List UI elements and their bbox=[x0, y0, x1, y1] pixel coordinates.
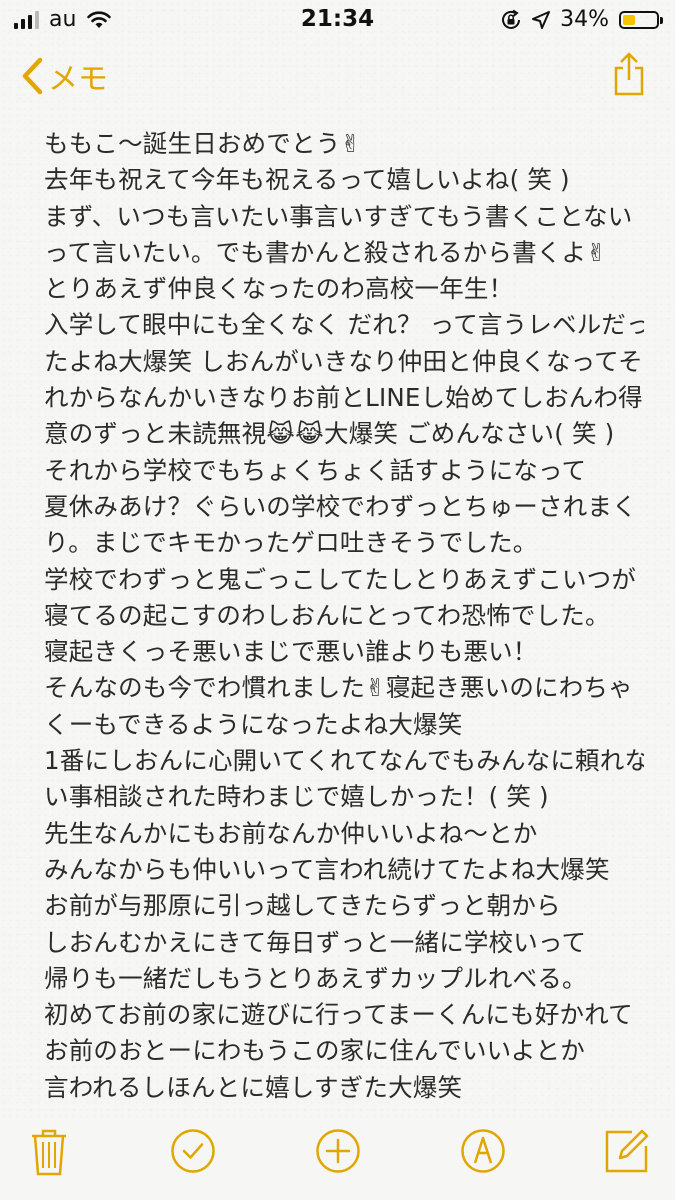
note-line: 寝てるの起こすのわしおんにとってわ恐怖でした。 bbox=[44, 600, 610, 630]
checklist-icon bbox=[171, 1129, 215, 1173]
note-line: とりあえず仲良くなったのわ高校一年生！ bbox=[44, 274, 514, 304]
note-line: 言われるしほんとに嬉しすぎた大爆笑 bbox=[44, 1072, 463, 1102]
compose-icon bbox=[605, 1129, 649, 1173]
battery-level bbox=[623, 14, 636, 25]
compose-button[interactable] bbox=[604, 1128, 650, 1178]
note-line: そんなのも今でわ慣れました✌寝起き悪いのにわちゃ bbox=[44, 673, 633, 703]
note-line: 初めてお前の家に遊びに行ってまーくんにも好かれて bbox=[44, 1000, 633, 1030]
add-button[interactable] bbox=[315, 1128, 361, 1178]
bottom-toolbar bbox=[0, 1118, 675, 1200]
note-line: それから学校でもちょくちょく話すようになって bbox=[44, 455, 587, 485]
note-line: 寝起きくっそ悪いまじで悪い誰よりも悪い！ bbox=[44, 637, 538, 667]
note-line: 去年も祝えて今年も祝えるって嬉しいよね( 笑 ) bbox=[44, 165, 570, 195]
status-right: 34% bbox=[500, 7, 663, 32]
orientation-lock-icon bbox=[502, 9, 521, 29]
markup-button[interactable] bbox=[460, 1128, 506, 1178]
note-line: ももこ〜誕生日おめでとう✌ bbox=[44, 129, 362, 158]
note-line: 先生なんかにもお前なんか仲いいよね〜とか bbox=[44, 818, 538, 848]
share-icon bbox=[614, 52, 644, 96]
status-bar: au 21:34 34% bbox=[0, 0, 675, 40]
share-button[interactable] bbox=[613, 52, 645, 100]
markup-icon bbox=[461, 1129, 505, 1173]
back-label: メモ bbox=[48, 62, 108, 97]
note-text-area[interactable]: ももこ〜誕生日おめでとう✌ 去年も祝えて今年も祝えるって嬉しいよね( 笑 ) まず、… bbox=[44, 126, 644, 1126]
chevron-left-icon bbox=[22, 57, 43, 95]
location-icon bbox=[532, 10, 551, 29]
note-line: り。まじでキモかったゲロ吐きそうでした。 bbox=[44, 528, 538, 558]
note-line: い事相談された時わまじで嬉しかった！( 笑 ) bbox=[44, 782, 549, 812]
note-line: って言いたい。でも書かんと殺されるから書くよ✌ bbox=[44, 237, 607, 267]
nav-bar: メモ bbox=[0, 40, 675, 118]
add-icon bbox=[316, 1129, 360, 1173]
trash-icon bbox=[32, 1129, 66, 1176]
note-line: 夏休みあけ？ぐらいの学校でわずっとちゅーされまく bbox=[44, 491, 637, 521]
note-line: まず、いつも言いたい事言いすぎてもう書くことない bbox=[44, 201, 633, 231]
note-line: 帰りも一緒だしもうとりあえずカップルれべる。 bbox=[44, 963, 587, 993]
back-button[interactable]: メモ bbox=[20, 54, 108, 98]
note-line: れからなんかいきなりお前とLINEし始めてしおんわ得 bbox=[44, 383, 643, 413]
checklist-button[interactable] bbox=[170, 1128, 216, 1178]
battery-icon bbox=[619, 10, 663, 29]
note-line: みんなからも仲いいって言われ続けてたよね大爆笑 bbox=[44, 854, 610, 884]
note-line: たよね大爆笑 しおんがいきなり仲田と仲良くなってそ bbox=[44, 346, 643, 376]
note-line: くーもできるようになったよね大爆笑 bbox=[44, 709, 463, 739]
note-line: 1番にしおんに心開いてくれてなんでもみんなに頼れな bbox=[44, 746, 644, 776]
note-line: しおんむかえにきて毎日ずっと一緒に学校いって bbox=[44, 927, 587, 957]
battery-percent: 34% bbox=[560, 7, 609, 32]
delete-note-button[interactable] bbox=[30, 1128, 68, 1180]
note-line: お前のおとーにわもうこの家に住んでいいよとか bbox=[44, 1036, 585, 1066]
note-line: 意のずっと未読無視😹😹大爆笑 ごめんなさい( 笑 ) bbox=[44, 419, 615, 449]
note-line: 入学して眼中にも全くなく だれ？ って言うレベルだっ bbox=[44, 310, 644, 340]
note-line: 学校でわずっと鬼ごっこしてたしとりあえずこいつが bbox=[44, 564, 637, 594]
note-line: お前が与那原に引っ越してきたらずっと朝から bbox=[44, 891, 561, 921]
